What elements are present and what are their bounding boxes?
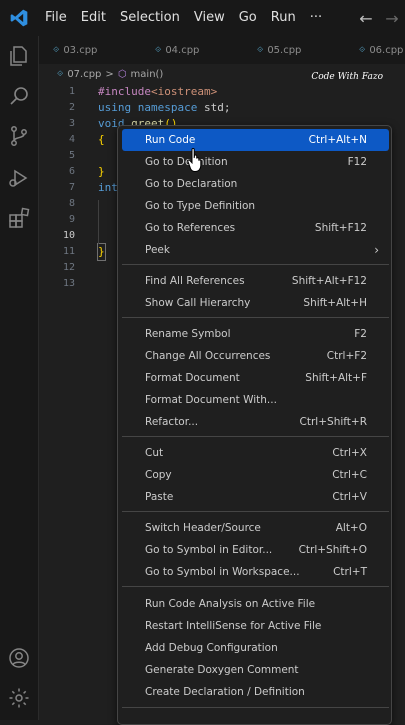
line-number: 12: [62, 262, 75, 273]
menu-separator: [122, 511, 389, 512]
menu-separator: [122, 436, 389, 437]
breadcrumb-symbol[interactable]: main(): [131, 69, 164, 80]
tab-05-cpp[interactable]: ⟐ 05.cpp: [243, 36, 345, 64]
forward-arrow-icon[interactable]: →: [379, 9, 405, 28]
line-number: 4: [68, 134, 75, 145]
menu-generate-doxygen-comment[interactable]: Generate Doxygen Comment: [122, 659, 389, 681]
code-token: int: [98, 181, 118, 194]
cpp-file-icon: ⟐: [155, 45, 162, 54]
menu-run[interactable]: Run: [264, 0, 303, 36]
menu-cut[interactable]: Cut Ctrl+X: [122, 442, 389, 464]
menu-paste[interactable]: Paste Ctrl+V: [122, 486, 389, 508]
symbol-method-icon: ⬡: [117, 68, 127, 80]
menu-show-call-hierarchy[interactable]: Show Call Hierarchy Shift+Alt+H: [122, 292, 389, 314]
hand-cursor-icon: [187, 147, 202, 172]
cpp-file-icon: ⟐: [257, 45, 264, 54]
code-token: {: [98, 133, 105, 146]
line-number: 6: [68, 166, 75, 177]
menu-edit[interactable]: Edit: [74, 0, 113, 36]
menu-switch-header-source[interactable]: Switch Header/Source Alt+O: [122, 517, 389, 539]
line-number: 5: [68, 150, 75, 161]
code-token: }: [98, 165, 105, 178]
line-number: 2: [68, 102, 75, 113]
code-token: }: [97, 243, 106, 261]
code-token: using namespace: [98, 101, 198, 114]
explorer-icon[interactable]: [7, 44, 31, 68]
code-token: std;: [197, 101, 231, 114]
editor-tabs: ⟐ 03.cpp ⟐ 04.cpp ⟐ 05.cpp ⟐ 06.cpp: [39, 36, 405, 64]
search-icon[interactable]: [7, 84, 31, 108]
chevron-right-icon: ›: [374, 243, 379, 257]
line-number: 7: [68, 182, 75, 193]
menu-run-code[interactable]: Run Code Ctrl+Alt+N: [122, 129, 389, 151]
breadcrumb-separator: >: [105, 68, 114, 80]
line-number: 9: [68, 214, 75, 225]
menu-rename-symbol[interactable]: Rename Symbol F2: [122, 323, 389, 345]
line-number: 1: [68, 86, 75, 97]
settings-gear-icon[interactable]: [7, 686, 31, 710]
menu-selection[interactable]: Selection: [113, 0, 187, 36]
cpp-file-icon: ⟐: [359, 45, 366, 54]
line-number: 3: [68, 118, 75, 129]
menu-create-declaration-definition[interactable]: Create Declaration / Definition: [122, 681, 389, 703]
source-control-icon[interactable]: [7, 124, 31, 148]
menu-add-debug-configuration[interactable]: Add Debug Configuration: [122, 637, 389, 659]
line-number: 13: [62, 278, 75, 289]
vscode-logo-icon[interactable]: [0, 0, 38, 36]
menu-format-document-with[interactable]: Format Document With...: [122, 389, 389, 411]
line-number: 10: [62, 230, 75, 241]
tab-03-cpp[interactable]: ⟐ 03.cpp: [39, 36, 141, 64]
activity-bar: [0, 36, 39, 720]
menu-more[interactable]: ···: [303, 0, 329, 36]
menu-go-to-definition[interactable]: Go to Definition F12: [122, 151, 389, 173]
tab-06-cpp[interactable]: ⟐ 06.cpp: [345, 36, 405, 64]
cpp-file-icon: ⟐: [57, 69, 64, 78]
menu-separator: [122, 317, 389, 318]
title-bar: File Edit Selection View Go Run ··· ← →: [0, 0, 405, 36]
cpp-file-icon: ⟐: [53, 45, 60, 54]
menu-find-all-references[interactable]: Find All References Shift+Alt+F12: [122, 270, 389, 292]
menu-go-to-symbol-in-editor[interactable]: Go to Symbol in Editor... Ctrl+Shift+O: [122, 539, 389, 561]
menu-view[interactable]: View: [187, 0, 232, 36]
menu-copy[interactable]: Copy Ctrl+C: [122, 464, 389, 486]
code-token: <iostream>: [150, 85, 218, 98]
menu-format-document[interactable]: Format Document Shift+Alt+F: [122, 367, 389, 389]
breadcrumb-file[interactable]: 07.cpp: [67, 69, 101, 80]
code-token: #include: [98, 85, 151, 98]
menu-go-to-type-definition[interactable]: Go to Type Definition: [122, 195, 389, 217]
watermark: Code With Fazo: [311, 72, 383, 82]
menu-refactor[interactable]: Refactor... Ctrl+Shift+R: [122, 411, 389, 433]
tab-04-cpp[interactable]: ⟐ 04.cpp: [141, 36, 243, 64]
indent-guide: [98, 200, 99, 244]
menu-separator: [122, 586, 389, 587]
menu-run-code-analysis[interactable]: Run Code Analysis on Active File: [122, 593, 389, 615]
menu-separator: [122, 264, 389, 265]
menu-go-to-declaration[interactable]: Go to Declaration: [122, 173, 389, 195]
menu-separator: [122, 707, 389, 708]
account-icon[interactable]: [7, 646, 31, 670]
line-number: 8: [68, 198, 75, 209]
menu-peek[interactable]: Peek ›: [122, 239, 389, 261]
menu-file[interactable]: File: [38, 0, 74, 36]
context-menu: Run Code Ctrl+Alt+N Go to Definition F12 G…: [117, 125, 392, 725]
menu-go[interactable]: Go: [232, 0, 264, 36]
back-arrow-icon[interactable]: ←: [353, 9, 379, 28]
menu-restart-intellisense[interactable]: Restart IntelliSense for Active File: [122, 615, 389, 637]
menu-go-to-references[interactable]: Go to References Shift+F12: [122, 217, 389, 239]
extensions-icon[interactable]: [7, 206, 31, 230]
run-debug-icon[interactable]: [7, 166, 31, 190]
menu-change-all-occurrences[interactable]: Change All Occurrences Ctrl+F2: [122, 345, 389, 367]
line-number: 11: [62, 246, 75, 257]
menu-go-to-symbol-in-workspace[interactable]: Go to Symbol in Workspace... Ctrl+T: [122, 561, 389, 583]
